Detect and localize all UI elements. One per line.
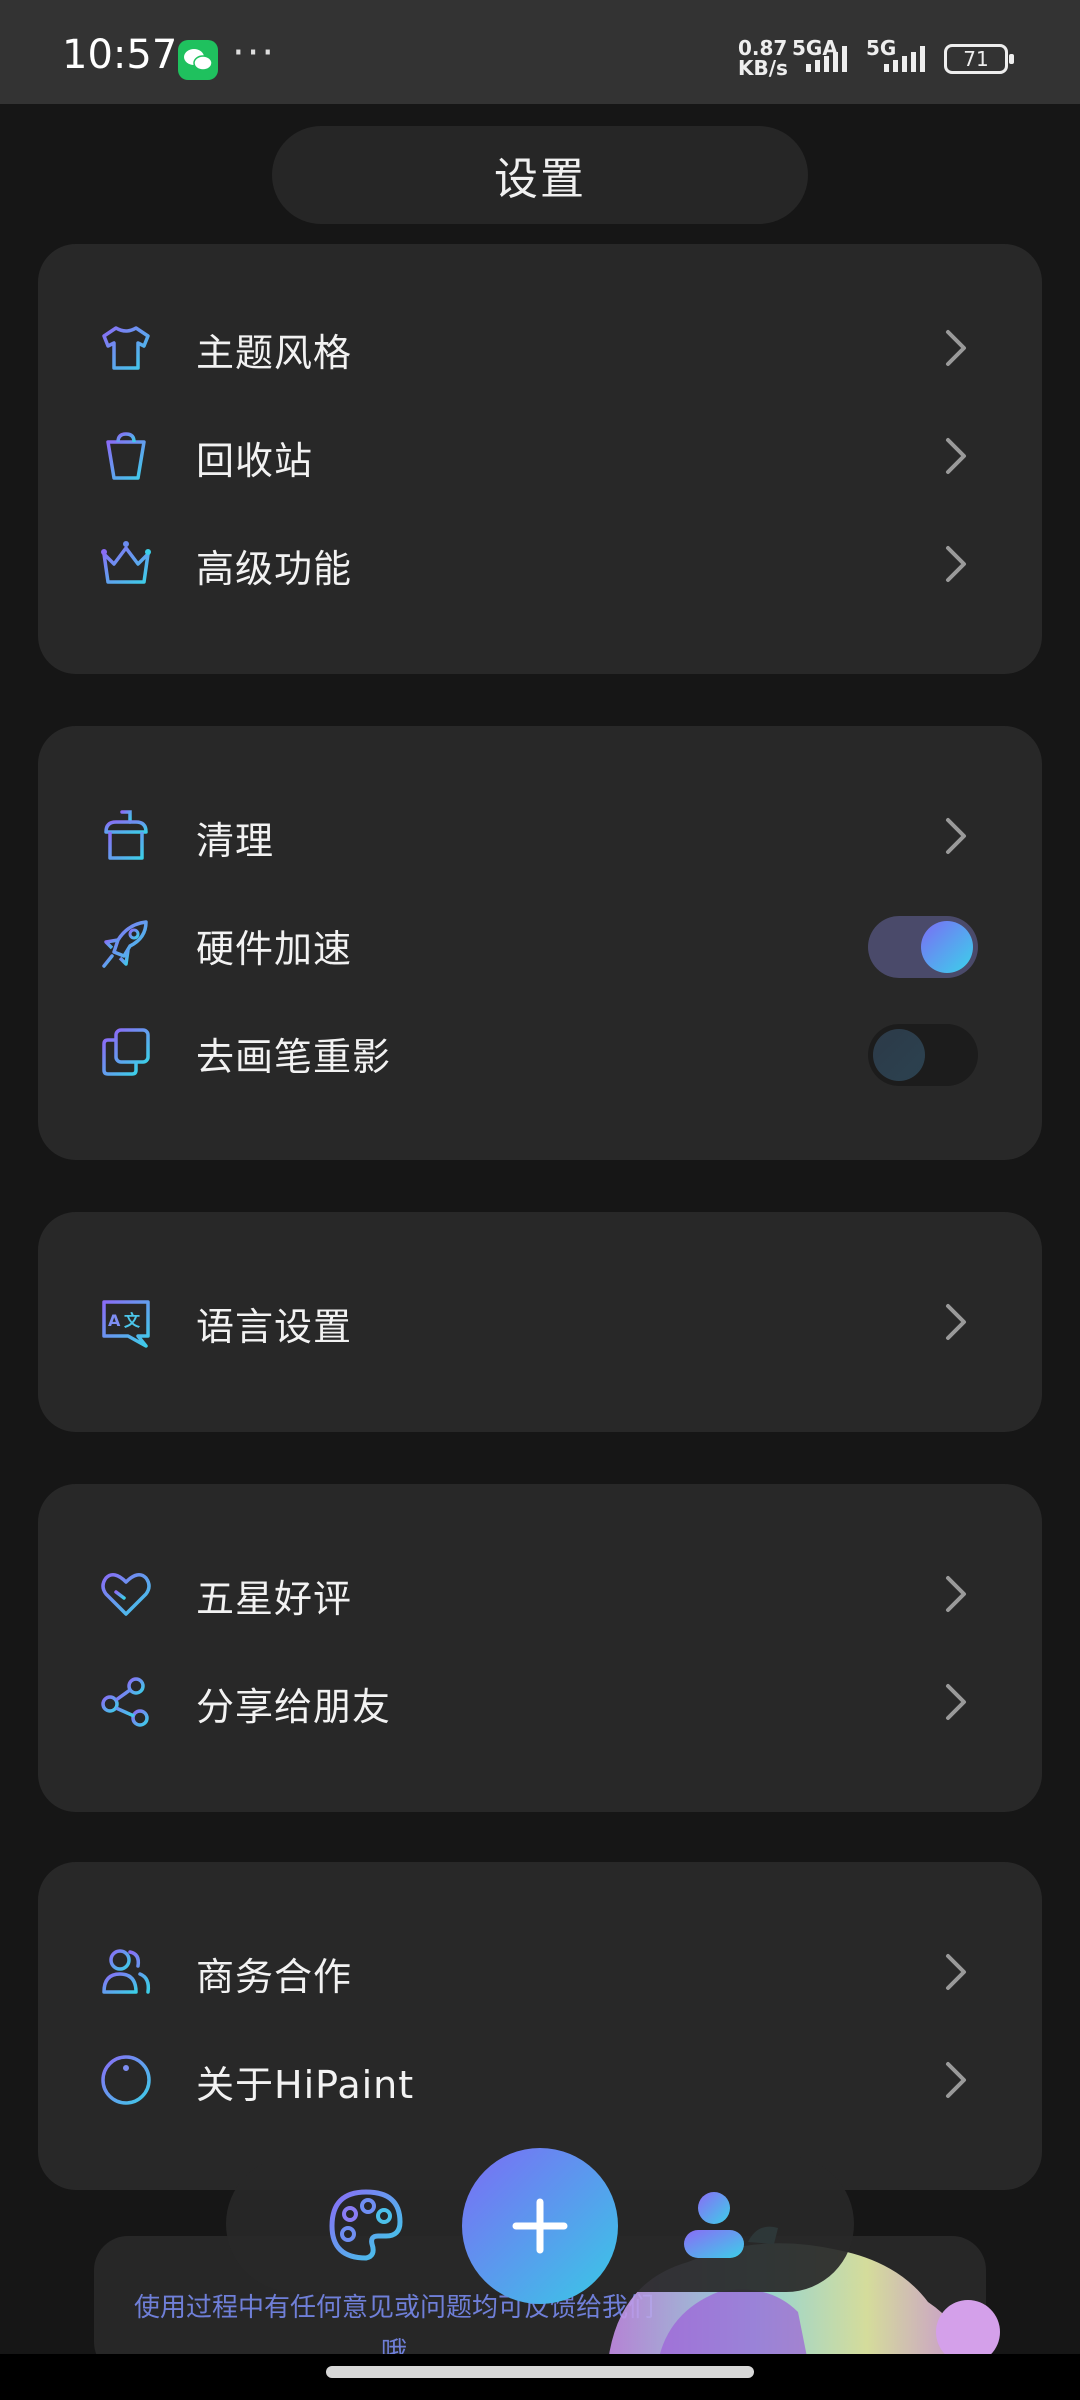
setting-label: 回收站 [196, 439, 314, 483]
chevron-right-icon [946, 1954, 966, 1990]
status-time: 10:57 [62, 32, 178, 78]
broom-icon [104, 810, 148, 860]
setting-item-theme[interactable]: 主题风格 [38, 294, 1042, 402]
share-icon [101, 1677, 149, 1727]
setting-item-rate[interactable]: 五星好评 [38, 1540, 1042, 1648]
battery-icon: 71 [944, 44, 1014, 74]
settings-group-social: 五星好评 分享给朋友 [38, 1484, 1042, 1812]
setting-label: 主题风格 [196, 331, 353, 375]
info-icon [101, 2055, 151, 2105]
chevron-right-icon [946, 2062, 966, 2098]
settings-group-appearance: 主题风格 回收站 高级功能 [38, 244, 1042, 674]
status-bar: 10:57 ··· 0.87 KB/s 5GA 5G 71 [0, 0, 1080, 104]
add-button[interactable] [462, 2148, 618, 2304]
users-icon [102, 1949, 151, 1994]
setting-label: 五星好评 [196, 1577, 353, 1621]
setting-item-business[interactable]: 商务合作 [38, 1918, 1042, 2026]
chevron-right-icon [946, 1304, 966, 1340]
signal-2-icon [884, 46, 925, 72]
setting-label: 关于HiPaint [196, 2063, 415, 2107]
battery-level: 71 [963, 47, 989, 71]
setting-item-hardware-acceleration[interactable]: 硬件加速 [38, 890, 1042, 998]
network-speed-unit: KB/s [738, 56, 788, 80]
network-speed-value: 0.87 [738, 36, 788, 60]
chevron-right-icon [946, 546, 966, 582]
svg-text:A: A [108, 1311, 121, 1330]
hardware-acceleration-toggle[interactable] [868, 916, 978, 978]
setting-label: 高级功能 [196, 547, 353, 591]
palette-icon[interactable] [326, 2186, 406, 2266]
translate-icon: A文 [102, 1300, 150, 1348]
setting-label: 硬件加速 [196, 927, 353, 971]
setting-label: 语言设置 [196, 1305, 353, 1349]
more-notifications-icon: ··· [232, 30, 277, 76]
setting-item-clean[interactable]: 清理 [38, 782, 1042, 890]
setting-label: 清理 [196, 819, 275, 863]
wechat-icon [178, 40, 218, 80]
settings-group-performance: 清理 硬件加速 去画笔重影 [38, 726, 1042, 1160]
heart-icon [101, 1573, 151, 1616]
copy-icon [102, 1028, 150, 1076]
trash-icon [106, 432, 146, 480]
setting-item-recycle-bin[interactable]: 回收站 [38, 402, 1042, 510]
setting-item-share[interactable]: 分享给朋友 [38, 1648, 1042, 1756]
toggle-knob [921, 921, 973, 973]
setting-item-stroke-ghosting[interactable]: 去画笔重影 [38, 998, 1042, 1106]
crown-icon [101, 541, 151, 584]
chevron-right-icon [946, 330, 966, 366]
setting-item-language[interactable]: A文 语言设置 [38, 1268, 1042, 1376]
chevron-right-icon [946, 1576, 966, 1612]
shirt-icon [102, 326, 150, 370]
setting-label: 去画笔重影 [196, 1035, 392, 1079]
page-title: 设置 [272, 126, 808, 224]
setting-item-premium[interactable]: 高级功能 [38, 510, 1042, 618]
signal-1-icon [806, 46, 847, 72]
setting-label: 商务合作 [196, 1955, 353, 1999]
settings-group-about: 商务合作 关于HiPaint [38, 1862, 1042, 2190]
rocket-icon [102, 920, 148, 968]
chevron-right-icon [946, 438, 966, 474]
setting-label: 分享给朋友 [196, 1685, 392, 1729]
chevron-right-icon [946, 818, 966, 854]
add-icon [512, 2198, 568, 2254]
network-speed: 0.87 KB/s [738, 38, 788, 78]
toggle-knob [873, 1029, 925, 1081]
chevron-right-icon [946, 1684, 966, 1720]
user-icon[interactable] [678, 2186, 750, 2266]
stroke-ghosting-toggle[interactable] [868, 1024, 978, 1086]
settings-group-language: A文 语言设置 [38, 1212, 1042, 1432]
setting-item-about[interactable]: 关于HiPaint [38, 2026, 1042, 2134]
home-indicator[interactable] [326, 2366, 754, 2378]
svg-text:文: 文 [124, 1311, 141, 1330]
